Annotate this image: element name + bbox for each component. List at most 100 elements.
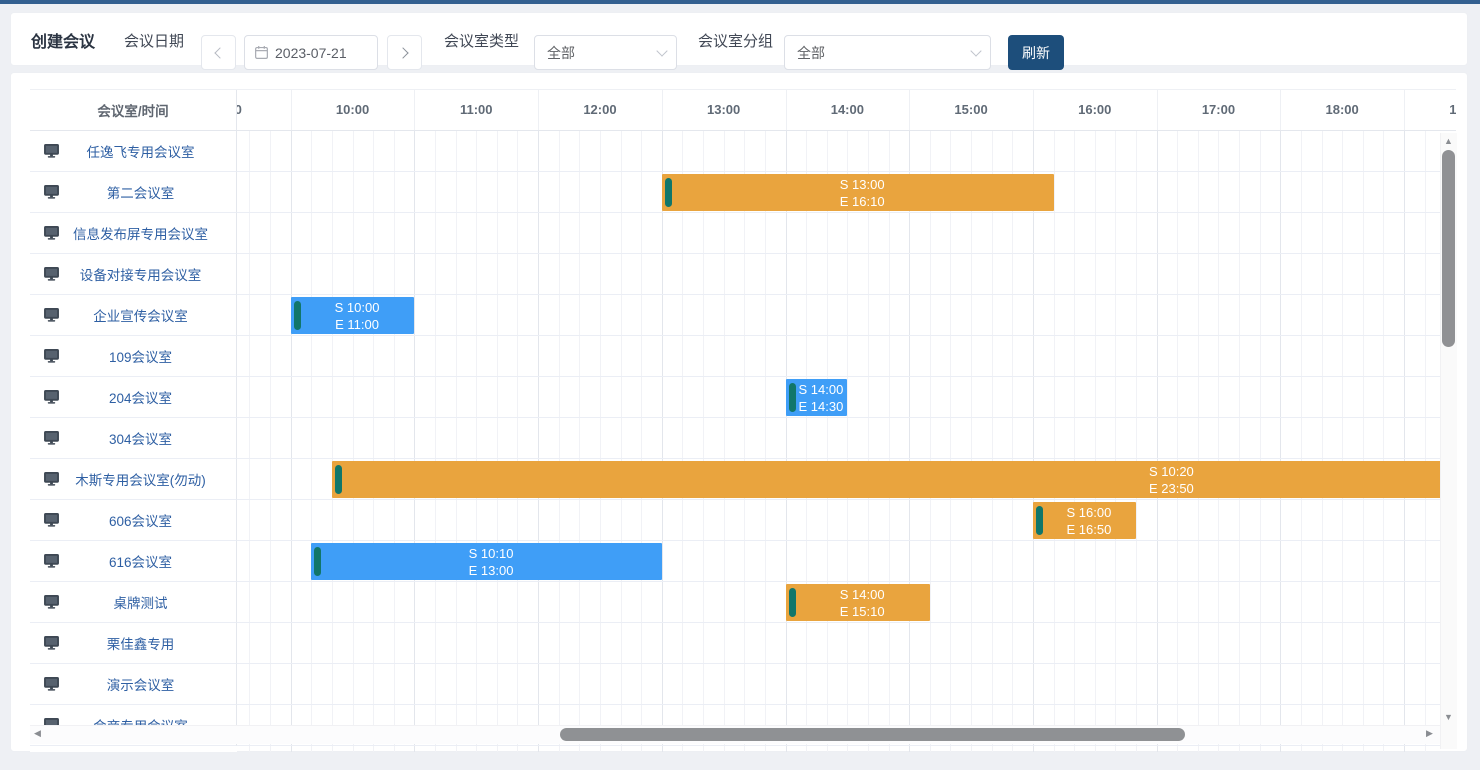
meeting-start-time: S 14:00 bbox=[799, 381, 844, 398]
create-meeting-button[interactable]: 创建会议 bbox=[31, 13, 95, 67]
monitor-icon bbox=[44, 595, 59, 609]
prev-date-button[interactable] bbox=[201, 35, 236, 70]
meeting-start-time: S 10:10 bbox=[469, 545, 514, 562]
header-hour-separator bbox=[1404, 90, 1405, 130]
meeting-bar-marker bbox=[335, 465, 342, 494]
hour-label: 13:00 bbox=[707, 90, 740, 130]
monitor-icon bbox=[44, 226, 59, 240]
room-name: 栗佳鑫专用 bbox=[59, 633, 236, 653]
scroll-left-icon[interactable]: ◀ bbox=[34, 729, 41, 738]
schedule-row-2[interactable] bbox=[237, 213, 1440, 254]
meeting-start-time: S 16:00 bbox=[1067, 504, 1112, 521]
room-name: 桌牌测试 bbox=[59, 592, 236, 612]
schedule-row-11[interactable]: S 14:00E 15:10 bbox=[237, 582, 1440, 623]
toolbar: 创建会议 会议日期 2023-07-21 会议室类型 全部 会议室分组 全部 bbox=[10, 12, 1468, 66]
room-list: 任逸飞专用会议室第二会议室信息发布屏专用会议室设备对接专用会议室企业宣传会议室 1… bbox=[30, 131, 237, 752]
schedule-row-7[interactable] bbox=[237, 418, 1440, 459]
schedule-row-5[interactable] bbox=[237, 336, 1440, 377]
monitor-icon bbox=[44, 144, 59, 158]
meeting-bar[interactable]: S 14:00E 14:30 bbox=[786, 379, 848, 416]
room-row-10[interactable]: 616会议室 bbox=[30, 541, 237, 582]
calendar-icon bbox=[255, 46, 268, 59]
room-name: 企业宣传会议室 bbox=[59, 305, 236, 325]
hour-label: 9:00 bbox=[237, 90, 242, 130]
room-row-9[interactable]: 606会议室 bbox=[30, 500, 237, 541]
schedule-row-13[interactable] bbox=[237, 664, 1440, 705]
meeting-bar[interactable]: S 10:10E 13:00 bbox=[311, 543, 661, 580]
room-group-label: 会议室分组 bbox=[698, 13, 773, 67]
schedule-row-12[interactable] bbox=[237, 623, 1440, 664]
room-name: 第二会议室 bbox=[59, 182, 236, 202]
meeting-bar[interactable]: S 10:00E 11:00 bbox=[291, 297, 415, 334]
scroll-up-icon[interactable]: ▲ bbox=[1444, 137, 1453, 146]
room-row-2[interactable]: 信息发布屏专用会议室 bbox=[30, 213, 237, 254]
vertical-scrollbar-thumb[interactable] bbox=[1442, 150, 1455, 347]
room-type-select[interactable]: 全部 bbox=[534, 35, 677, 70]
room-name: 606会议室 bbox=[59, 510, 236, 530]
header-hour-separator bbox=[538, 90, 539, 130]
meeting-bar-marker bbox=[1036, 506, 1043, 535]
meeting-bar[interactable]: S 16:00E 16:50 bbox=[1033, 502, 1136, 539]
room-row-0[interactable]: 任逸飞专用会议室 bbox=[30, 131, 237, 172]
meeting-schedule-app: 创建会议 会议日期 2023-07-21 会议室类型 全部 会议室分组 全部 bbox=[0, 0, 1480, 770]
next-date-button[interactable] bbox=[387, 35, 422, 70]
schedule-row-10[interactable]: S 10:10E 13:00 bbox=[237, 541, 1440, 582]
schedule-row-8[interactable]: S 10:20E 23:50 bbox=[237, 459, 1440, 500]
schedule-row-1[interactable]: S 13:00E 16:10 bbox=[237, 172, 1440, 213]
header-hour-separator bbox=[662, 90, 663, 130]
meeting-bar[interactable]: S 13:00E 16:10 bbox=[662, 174, 1054, 211]
monitor-icon bbox=[44, 636, 59, 650]
meeting-end-time: E 14:30 bbox=[799, 398, 844, 415]
room-row-8[interactable]: 木斯专用会议室(勿动) bbox=[30, 459, 237, 500]
meeting-bar[interactable]: S 10:20E 23:50 bbox=[332, 461, 1440, 498]
horizontal-scrollbar-thumb[interactable] bbox=[560, 728, 1185, 741]
monitor-icon bbox=[44, 554, 59, 568]
hour-label: 12:00 bbox=[583, 90, 616, 130]
room-name: 设备对接专用会议室 bbox=[59, 264, 236, 284]
meeting-bar[interactable]: S 14:00E 15:10 bbox=[786, 584, 930, 621]
room-row-4[interactable]: 企业宣传会议室 bbox=[30, 295, 237, 336]
chevron-left-icon bbox=[214, 47, 225, 58]
schedule-row-9[interactable]: S 16:00E 16:50 bbox=[237, 500, 1440, 541]
hour-label: 16:00 bbox=[1078, 90, 1111, 130]
room-row-12[interactable]: 栗佳鑫专用 bbox=[30, 623, 237, 664]
header-hour-separator bbox=[786, 90, 787, 130]
room-group-select[interactable]: 全部 bbox=[784, 35, 991, 70]
top-accent-bar bbox=[0, 0, 1480, 4]
room-row-13[interactable]: 演示会议室 bbox=[30, 664, 237, 705]
room-name: 204会议室 bbox=[59, 387, 236, 407]
meeting-end-time: E 13:00 bbox=[469, 562, 514, 579]
meeting-end-time: E 11:00 bbox=[335, 316, 379, 333]
meeting-bar-marker bbox=[314, 547, 321, 576]
room-name: 演示会议室 bbox=[59, 674, 236, 694]
meeting-start-time: S 13:00 bbox=[840, 176, 885, 193]
time-axis-header: 9:0010:0011:0012:0013:0014:0015:0016:001… bbox=[237, 90, 1456, 131]
room-group-value: 全部 bbox=[797, 43, 825, 63]
monitor-icon bbox=[44, 267, 59, 281]
header-hour-separator bbox=[291, 90, 292, 130]
header-hour-separator bbox=[1033, 90, 1034, 130]
room-row-3[interactable]: 设备对接专用会议室 bbox=[30, 254, 237, 295]
hour-label: 10:00 bbox=[336, 90, 369, 130]
room-row-5[interactable]: 109会议室 bbox=[30, 336, 237, 377]
date-value: 2023-07-21 bbox=[275, 45, 347, 61]
meeting-date-label: 会议日期 bbox=[124, 13, 184, 67]
room-row-1[interactable]: 第二会议室 bbox=[30, 172, 237, 213]
schedule-row-3[interactable] bbox=[237, 254, 1440, 295]
room-name: 109会议室 bbox=[59, 346, 236, 366]
room-row-7[interactable]: 304会议室 bbox=[30, 418, 237, 459]
date-picker[interactable]: 2023-07-21 bbox=[244, 35, 378, 70]
room-type-value: 全部 bbox=[547, 43, 575, 63]
schedule-row-0[interactable] bbox=[237, 131, 1440, 172]
schedule-row-6[interactable]: S 14:00E 14:30 bbox=[237, 377, 1440, 418]
room-row-6[interactable]: 204会议室 bbox=[30, 377, 237, 418]
schedule-row-4[interactable]: S 10:00E 11:00 bbox=[237, 295, 1440, 336]
hour-label: 15:00 bbox=[954, 90, 987, 130]
hour-label: 17:00 bbox=[1202, 90, 1235, 130]
room-row-11[interactable]: 桌牌测试 bbox=[30, 582, 237, 623]
scroll-down-icon[interactable]: ▼ bbox=[1444, 713, 1453, 722]
monitor-icon bbox=[44, 513, 59, 527]
scroll-right-icon[interactable]: ▶ bbox=[1426, 729, 1433, 738]
refresh-button[interactable]: 刷新 bbox=[1008, 35, 1064, 70]
room-name: 304会议室 bbox=[59, 428, 236, 448]
